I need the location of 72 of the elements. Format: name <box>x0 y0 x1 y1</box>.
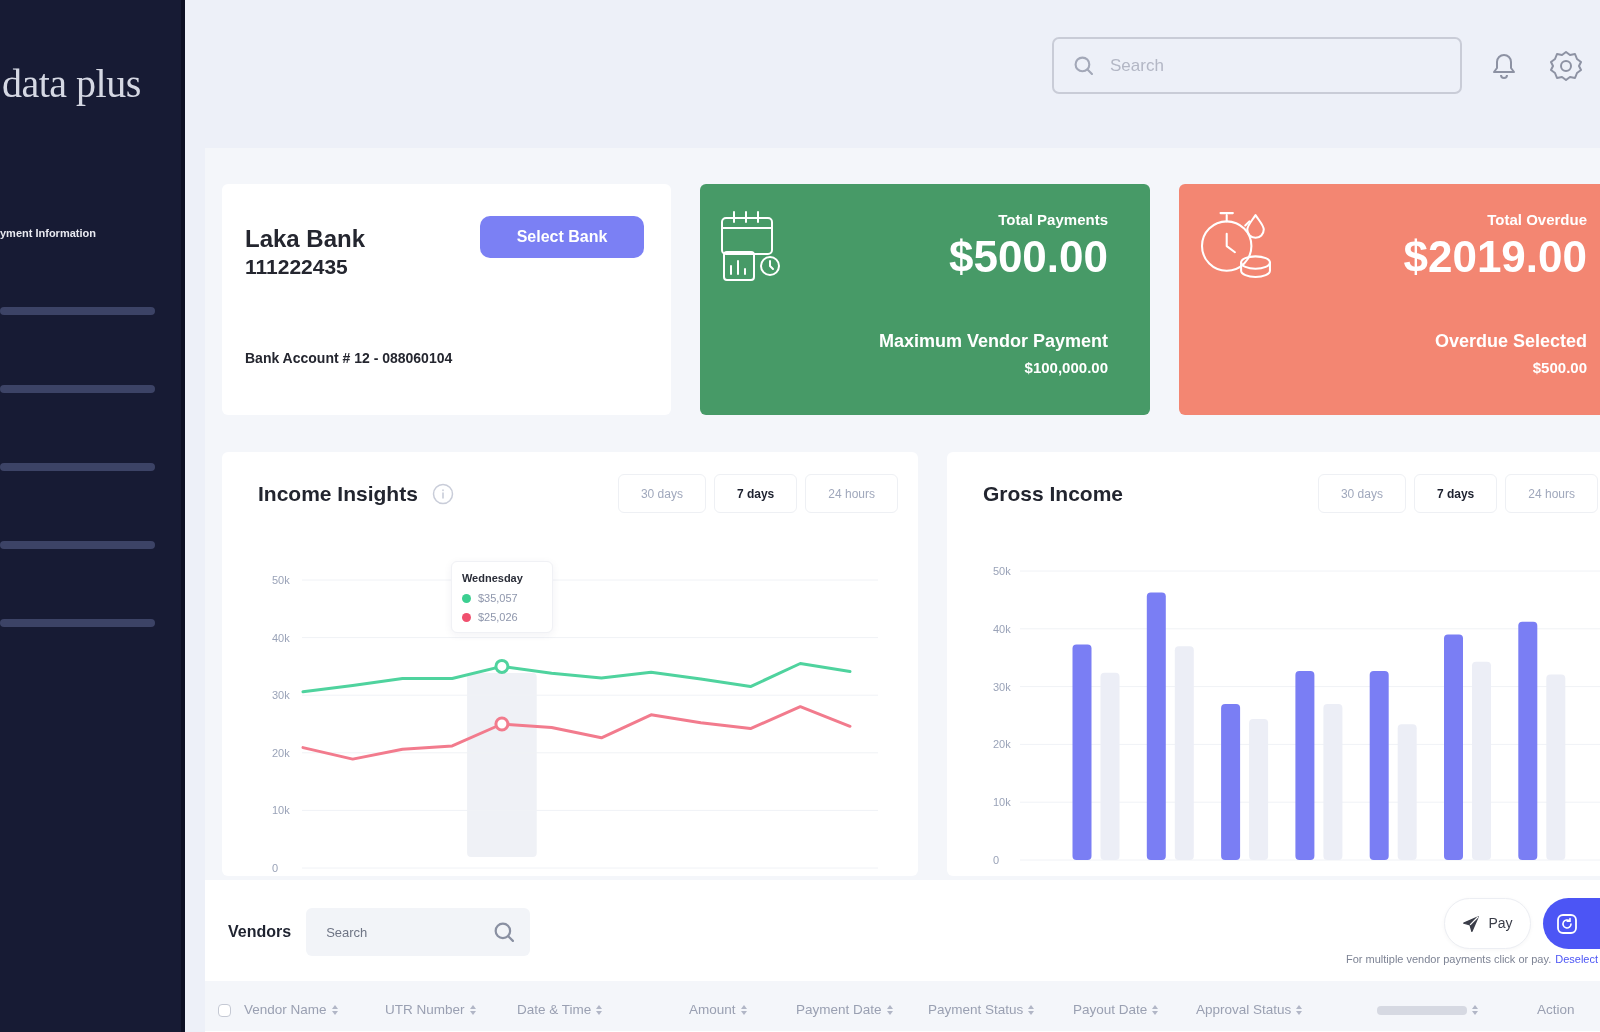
search-field[interactable]: Search <box>1052 37 1462 94</box>
column-header[interactable]: Payout Date <box>1073 999 1148 1021</box>
stat-caption: Overdue Selected <box>1434 330 1587 352</box>
range-tab[interactable]: 24 hours <box>805 474 898 513</box>
range-tab[interactable]: 7 days <box>1413 474 1498 513</box>
axis-label: 10k <box>272 804 290 817</box>
point-marker-icon <box>494 658 510 674</box>
sort-icon[interactable] <box>1152 1005 1159 1015</box>
column-header[interactable]: UTR Number <box>385 999 465 1021</box>
axis-label: 20k <box>272 746 290 759</box>
range-tab[interactable]: 7 days <box>713 474 798 513</box>
select-bank-button[interactable]: Select Bank <box>480 216 644 258</box>
stat-caption-value: $100,000.00 <box>1024 358 1108 378</box>
bank-number: 111222435 <box>245 254 348 280</box>
column-header[interactable]: Date & Time <box>517 999 592 1021</box>
sort-icon[interactable] <box>331 1005 338 1015</box>
settings-icon[interactable] <box>1550 49 1582 82</box>
range-tab[interactable]: 24 hours <box>1505 474 1598 513</box>
sort-icon[interactable] <box>1472 1005 1478 1015</box>
search-field[interactable]: Search <box>306 908 531 956</box>
sort-icon[interactable] <box>469 1005 476 1015</box>
axis-label: 20k <box>993 738 1011 751</box>
bank-account: Bank Account # 12 - 088060104 <box>245 349 453 367</box>
section-title: Vendors <box>228 922 292 942</box>
axis-label: 50k <box>272 574 290 586</box>
stat-title: Total Payments <box>998 210 1108 230</box>
axis-label: 30k <box>993 680 1011 693</box>
logo: data plus <box>2 60 141 108</box>
stat-amount: $2019.00 <box>1403 232 1587 282</box>
axis-label: 50k <box>993 565 1011 577</box>
bell-icon[interactable] <box>1492 51 1516 80</box>
pay-button[interactable]: Pay <box>1444 898 1531 949</box>
axis-label: 0 <box>993 854 1000 866</box>
tooltip-title: Wednesday <box>461 571 524 586</box>
point-marker-icon <box>494 716 510 732</box>
range-tab[interactable]: 30 days <box>1317 474 1406 513</box>
tooltip-value: $25,026 <box>477 610 518 624</box>
stat-title: Total Overdue <box>1487 210 1587 230</box>
stat-caption: Maximum Vendor Payment <box>878 330 1108 352</box>
bank-name: Laka Bank <box>245 224 366 254</box>
sort-icon[interactable] <box>740 1005 747 1015</box>
chart-title: Income Insights <box>258 480 418 507</box>
info-icon[interactable] <box>431 482 454 505</box>
axis-label: 40k <box>272 631 290 644</box>
help-text: For multiple vendor payments click or pay. <box>1346 952 1552 967</box>
sort-icon[interactable] <box>886 1005 893 1015</box>
column-header[interactable]: Payment Status <box>928 999 1024 1021</box>
search-icon <box>494 922 515 942</box>
stat-caption-value: $500.00 <box>1532 358 1587 378</box>
sort-icon[interactable] <box>1028 1005 1035 1015</box>
chart-title: Gross Income <box>983 480 1124 507</box>
sort-icon[interactable] <box>1296 1005 1303 1015</box>
column-header[interactable]: Approval Status <box>1196 999 1292 1021</box>
column-header[interactable]: Payment Date <box>796 999 882 1021</box>
deselect-link[interactable]: Deselect <box>1555 952 1598 967</box>
column-header[interactable]: Vendor Name <box>244 999 327 1021</box>
axis-label: 30k <box>272 689 290 702</box>
column-header[interactable]: Amount <box>689 999 736 1021</box>
send-icon <box>1462 914 1481 933</box>
axis-label: 0 <box>272 862 279 874</box>
sort-icon[interactable] <box>596 1005 603 1015</box>
axis-label: 40k <box>993 622 1011 635</box>
search-icon <box>1074 56 1093 75</box>
refresh-icon <box>1557 913 1577 934</box>
calendar-chart-icon <box>720 209 782 283</box>
stat-amount: $500.00 <box>948 232 1108 282</box>
tooltip-value: $35,057 <box>477 591 518 605</box>
sidebar-link[interactable]: yment Information <box>0 224 96 242</box>
range-tab[interactable]: 30 days <box>617 474 706 513</box>
axis-label: 10k <box>993 796 1011 809</box>
column-header[interactable]: Action <box>1537 999 1575 1021</box>
checkbox[interactable] <box>218 1003 231 1017</box>
